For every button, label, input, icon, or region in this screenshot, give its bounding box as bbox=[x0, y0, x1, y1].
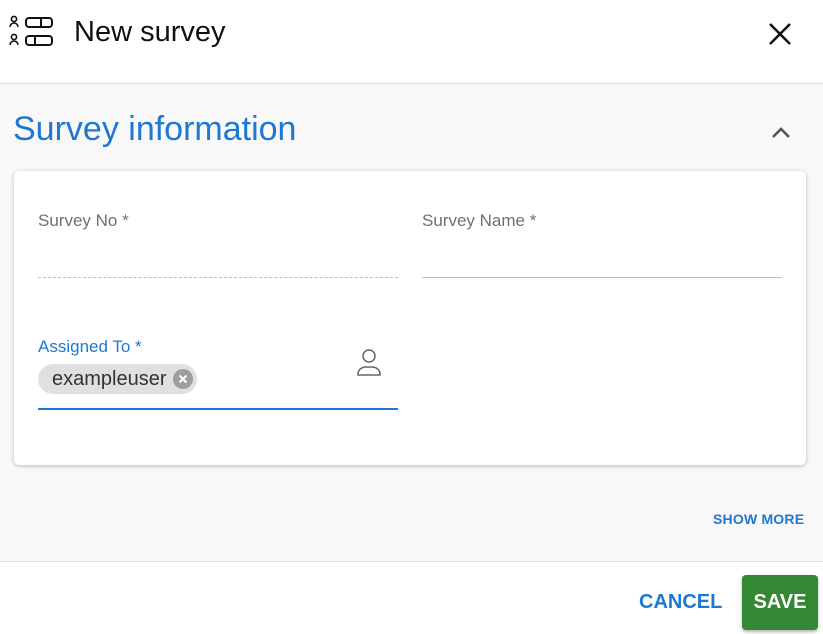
show-more-button[interactable]: SHOW MORE bbox=[713, 511, 804, 527]
assigned-to-label: Assigned To * bbox=[38, 337, 142, 356]
dialog-header: New survey bbox=[0, 0, 823, 84]
survey-list-icon bbox=[9, 15, 53, 46]
survey-no-label: Survey No * bbox=[38, 211, 129, 230]
section-title: Survey information bbox=[13, 110, 297, 148]
survey-no-input[interactable] bbox=[38, 277, 398, 278]
dialog-title: New survey bbox=[74, 16, 226, 48]
assignee-chip: exampleuser bbox=[38, 364, 197, 394]
survey-info-card: Survey No * Survey Name * Assigned To * … bbox=[14, 171, 806, 465]
assigned-to-input[interactable] bbox=[38, 408, 398, 410]
survey-name-label: Survey Name * bbox=[422, 211, 537, 230]
assignee-chip-label: exampleuser bbox=[52, 367, 167, 390]
save-button[interactable]: SAVE bbox=[742, 575, 818, 630]
person-icon[interactable] bbox=[355, 348, 383, 378]
close-icon[interactable] bbox=[766, 20, 794, 48]
survey-name-input[interactable] bbox=[422, 277, 782, 278]
dialog-body: Survey information Survey No * Survey Na… bbox=[0, 84, 823, 561]
dialog-footer: CANCEL SAVE bbox=[0, 561, 823, 634]
cancel-button[interactable]: CANCEL bbox=[639, 591, 722, 614]
chevron-up-icon[interactable] bbox=[768, 122, 794, 144]
remove-chip-icon[interactable] bbox=[172, 369, 193, 389]
